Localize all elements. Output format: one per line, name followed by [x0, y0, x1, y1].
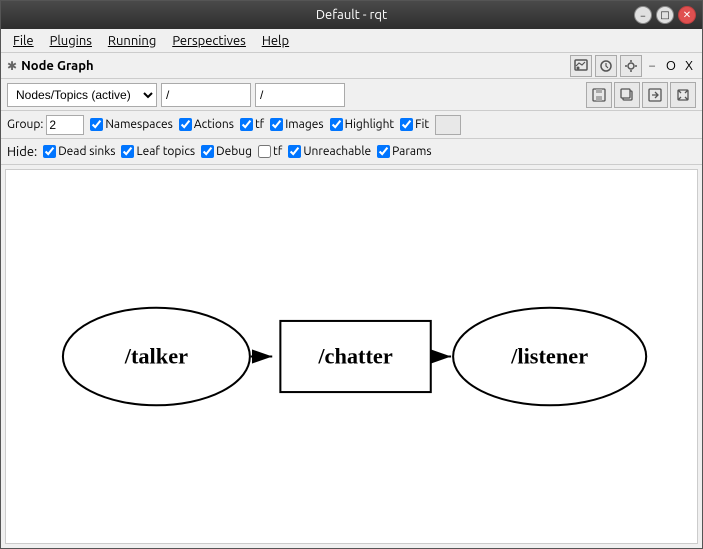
- menu-running[interactable]: Running: [100, 32, 164, 50]
- namespaces-checkbox-label[interactable]: Namespaces: [90, 118, 173, 131]
- dead-sinks-label[interactable]: Dead sinks: [43, 145, 115, 158]
- graph-canvas[interactable]: /talker /chatter /listener: [5, 169, 698, 544]
- menu-running-label: Running: [108, 34, 156, 48]
- params-text: Params: [392, 145, 432, 158]
- menu-help-label: Help: [262, 34, 289, 48]
- maximize-button[interactable]: □: [656, 6, 674, 24]
- subbar: ✱ Node Graph − O X: [1, 53, 702, 79]
- minimize-button[interactable]: −: [634, 6, 652, 24]
- menu-perspectives-label: Perspectives: [172, 34, 245, 48]
- fit-checkbox[interactable]: [400, 118, 413, 131]
- view-mode-dropdown[interactable]: Nodes/Topics (active) Nodes only Topics …: [7, 83, 157, 107]
- graph-svg: /talker /chatter /listener: [6, 170, 697, 543]
- subbar-icon3[interactable]: [620, 55, 642, 77]
- unreachable-text: Unreachable: [303, 145, 371, 158]
- dead-sinks-checkbox[interactable]: [43, 145, 56, 158]
- tf-hide-text: tf: [273, 145, 282, 158]
- toolbar: Nodes/Topics (active) Nodes only Topics …: [1, 79, 702, 111]
- group-field: Group:: [7, 115, 84, 135]
- panel-title: Node Graph: [21, 59, 94, 73]
- tf-hide-label[interactable]: tf: [258, 145, 282, 158]
- menu-file-label: File: [13, 34, 34, 48]
- images-label: Images: [285, 118, 323, 131]
- copy-icon[interactable]: [614, 82, 640, 108]
- actions-checkbox[interactable]: [179, 118, 192, 131]
- listener-label: /listener: [510, 344, 588, 369]
- debug-text: Debug: [216, 145, 252, 158]
- filter2-input[interactable]: [255, 83, 345, 107]
- menu-plugins-label: Plugins: [50, 34, 92, 48]
- hide-bar: Hide: Dead sinks Leaf topics Debug tf Un…: [1, 139, 702, 165]
- tool-icons: [586, 82, 696, 108]
- menubar: File Plugins Running Perspectives Help: [1, 29, 702, 53]
- debug-label[interactable]: Debug: [201, 145, 252, 158]
- tf-checkbox-label[interactable]: tf: [240, 118, 264, 131]
- fit-checkbox-label[interactable]: Fit: [400, 118, 429, 131]
- x-button[interactable]: X: [682, 59, 696, 73]
- menu-file[interactable]: File: [5, 32, 42, 50]
- fit-label: Fit: [415, 118, 429, 131]
- subbar-icons: − O X: [570, 55, 696, 77]
- subbar-icon2[interactable]: [595, 55, 617, 77]
- images-checkbox[interactable]: [270, 118, 283, 131]
- main-window: Default - rqt − □ ✕ File Plugins Running…: [0, 0, 703, 549]
- save-icon[interactable]: [586, 82, 612, 108]
- leaf-topics-checkbox[interactable]: [121, 145, 134, 158]
- leaf-topics-text: Leaf topics: [136, 145, 195, 158]
- tf-checkbox[interactable]: [240, 118, 253, 131]
- subbar-icon1[interactable]: [570, 55, 592, 77]
- params-checkbox[interactable]: [377, 145, 390, 158]
- window-title: Default - rqt: [316, 8, 387, 22]
- menu-plugins[interactable]: Plugins: [42, 32, 100, 50]
- hide-label: Hide:: [7, 145, 37, 159]
- params-label[interactable]: Params: [377, 145, 432, 158]
- highlight-checkbox[interactable]: [330, 118, 343, 131]
- group-spinner[interactable]: [46, 115, 84, 135]
- filter1-input[interactable]: [161, 83, 251, 107]
- debug-checkbox[interactable]: [201, 145, 214, 158]
- dead-sinks-text: Dead sinks: [58, 145, 115, 158]
- highlight-label: Highlight: [345, 118, 395, 131]
- dash-separator: −: [649, 59, 656, 73]
- window-controls: − □ ✕: [634, 6, 696, 24]
- tf-hide-checkbox[interactable]: [258, 145, 271, 158]
- leaf-topics-label[interactable]: Leaf topics: [121, 145, 195, 158]
- options-bar: Group: Namespaces Actions tf Images High…: [1, 111, 702, 139]
- highlight-checkbox-label[interactable]: Highlight: [330, 118, 395, 131]
- group-label: Group:: [7, 118, 43, 131]
- images-checkbox-label[interactable]: Images: [270, 118, 323, 131]
- tf-label: tf: [255, 118, 264, 131]
- unreachable-checkbox[interactable]: [288, 145, 301, 158]
- talker-label: /talker: [124, 344, 188, 369]
- detach-button[interactable]: O: [663, 59, 679, 73]
- menu-perspectives[interactable]: Perspectives: [164, 32, 253, 50]
- unreachable-label[interactable]: Unreachable: [288, 145, 371, 158]
- export-icon[interactable]: [642, 82, 668, 108]
- actions-label: Actions: [194, 118, 234, 131]
- namespaces-checkbox[interactable]: [90, 118, 103, 131]
- chatter-label: /chatter: [317, 344, 393, 369]
- titlebar: Default - rqt − □ ✕: [1, 1, 702, 29]
- plugin-icon: ✱: [7, 59, 17, 73]
- color-swatch[interactable]: [435, 115, 461, 135]
- namespaces-label: Namespaces: [105, 118, 173, 131]
- close-button[interactable]: ✕: [678, 6, 696, 24]
- actions-checkbox-label[interactable]: Actions: [179, 118, 234, 131]
- menu-help[interactable]: Help: [254, 32, 297, 50]
- fit-icon[interactable]: [670, 82, 696, 108]
